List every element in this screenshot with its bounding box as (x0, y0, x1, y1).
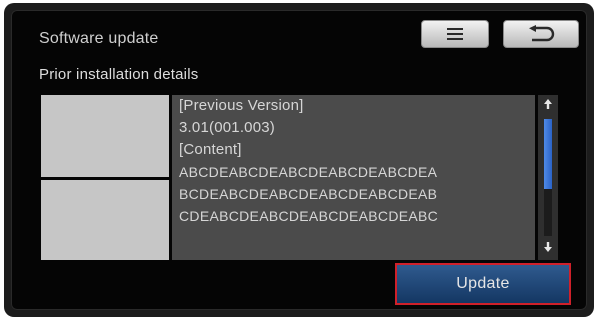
page-title: Software update (39, 30, 159, 47)
preview-thumbnail-top (41, 95, 169, 177)
preview-thumbnail-bottom (41, 180, 169, 260)
software-update-screen: Software update Prior installation detai… (11, 10, 587, 310)
section-label: Prior installation details (39, 66, 199, 83)
scroll-track[interactable] (544, 119, 552, 236)
back-arrow-icon (526, 25, 556, 43)
back-button[interactable] (503, 20, 579, 48)
scroll-up-icon (543, 97, 553, 115)
details-line: BCDEABCDEABCDEABCDEABCDEAB (179, 186, 438, 202)
menu-button[interactable] (421, 20, 489, 48)
details-line: ABCDEABCDEABCDEABCDEABCDEA (179, 164, 438, 180)
scroll-up-button[interactable] (538, 97, 558, 115)
menu-icon (447, 28, 463, 40)
details-line: [Content] (179, 141, 242, 158)
details-scrollbar[interactable] (538, 95, 558, 260)
installation-details-panel: [Previous Version] 3.01(001.003) [Conten… (172, 95, 535, 260)
update-button[interactable]: Update (395, 263, 571, 305)
details-line: [Previous Version] (179, 97, 304, 114)
details-line: 3.01(001.003) (179, 119, 276, 136)
scroll-down-button[interactable] (538, 240, 558, 258)
scroll-thumb[interactable] (544, 119, 552, 189)
scroll-down-icon (543, 240, 553, 258)
details-line: CDEABCDEABCDEABCDEABCDEABC (179, 208, 439, 224)
